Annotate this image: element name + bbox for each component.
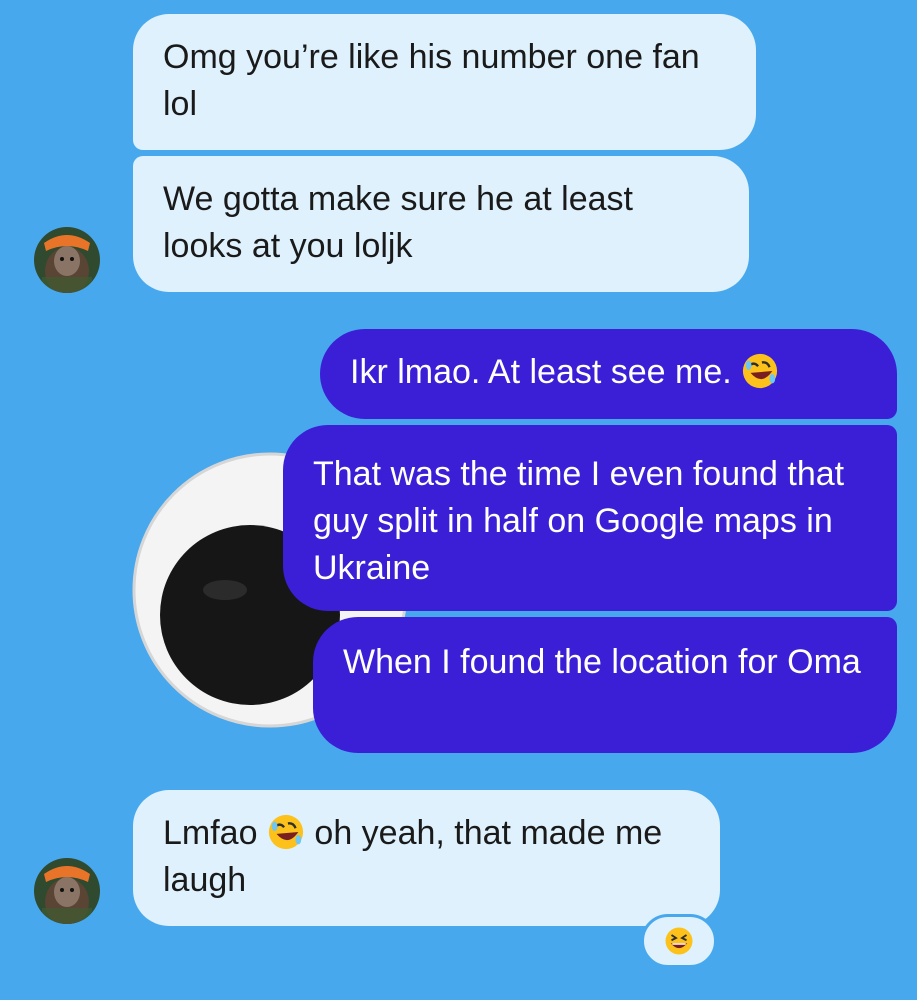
- message-text: Lmfao: [163, 814, 258, 852]
- outgoing-message[interactable]: That was the time I even found that guy …: [283, 425, 897, 611]
- message-text: Omg you’re like his number one fan lol: [163, 38, 700, 123]
- rolling-on-floor-laughing-emoji: [743, 353, 778, 389]
- avatar[interactable]: [34, 227, 100, 293]
- incoming-message[interactable]: Lmfao oh yeah, that made me laugh: [133, 790, 720, 926]
- message-text: When I found the location for Oma: [343, 643, 861, 681]
- avatar[interactable]: [34, 858, 100, 924]
- message-text: Ikr lmao. At least see me.: [350, 353, 732, 391]
- grinning-squinting-face-emoji: [665, 927, 693, 955]
- outgoing-message[interactable]: When I found the location for Oma: [313, 617, 897, 753]
- message-text: We gotta make sure he at least looks at …: [163, 180, 633, 265]
- incoming-message[interactable]: We gotta make sure he at least looks at …: [133, 156, 749, 292]
- outgoing-message[interactable]: Ikr lmao. At least see me.: [320, 329, 897, 419]
- message-reaction[interactable]: [641, 914, 717, 968]
- incoming-message[interactable]: Omg you’re like his number one fan lol: [133, 14, 756, 150]
- message-text: That was the time I even found that guy …: [313, 455, 845, 587]
- rolling-on-floor-laughing-emoji: [268, 814, 304, 850]
